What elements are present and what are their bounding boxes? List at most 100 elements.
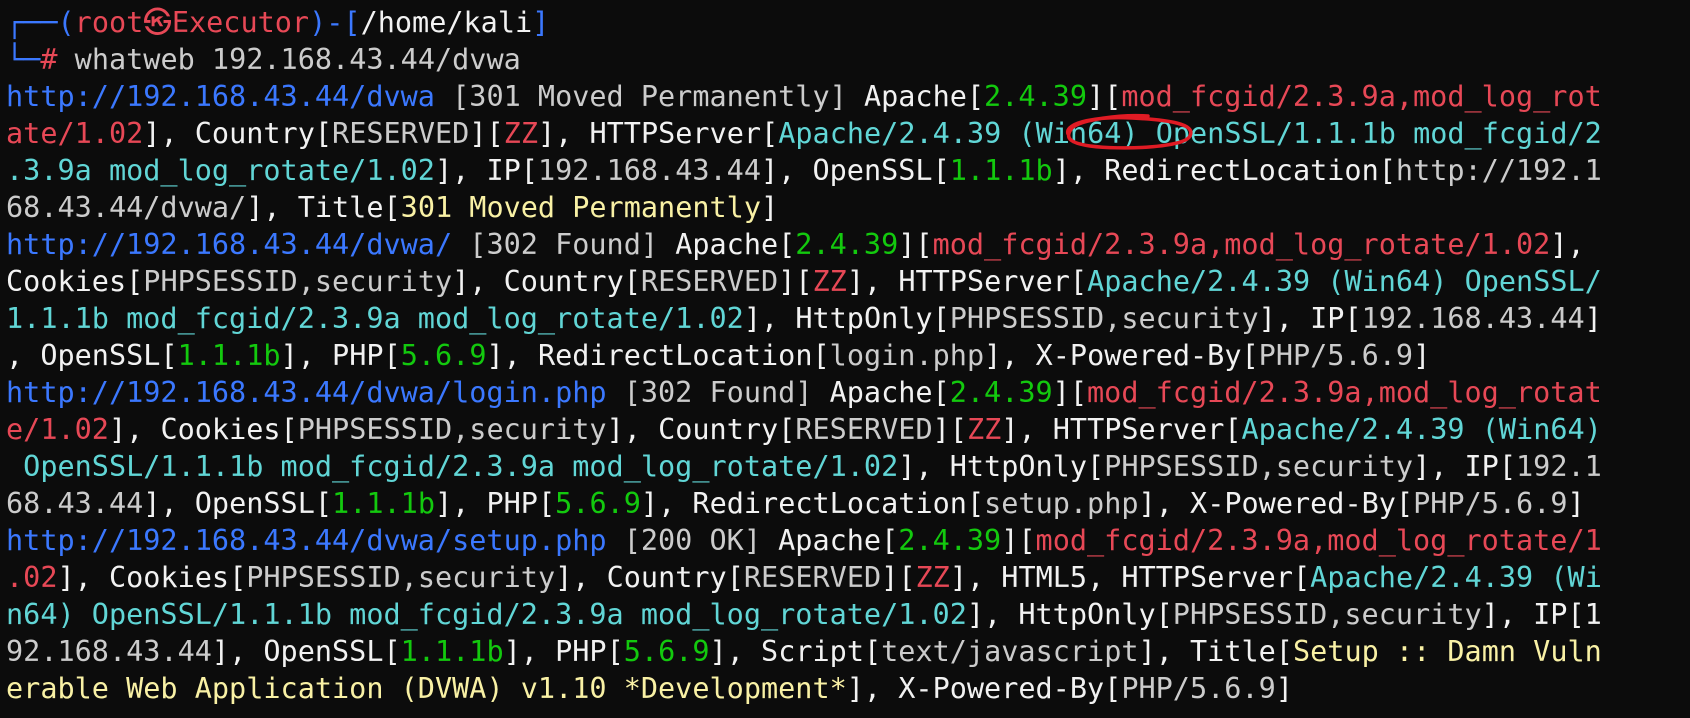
output-segment: ],: [709, 635, 762, 668]
output-segment: Apache[: [675, 228, 796, 261]
output-segment: ],: [966, 598, 1019, 631]
output-line: , OpenSSL[1.1.1b], PHP[5.6.9], RedirectL…: [6, 337, 1684, 374]
output-segment: [301 Moved Permanently]: [434, 80, 864, 113]
output-segment: ],: [1550, 228, 1585, 261]
output-segment: Apache[: [863, 80, 985, 113]
prompt-user: root: [74, 6, 144, 39]
output-segment: ],: [606, 413, 659, 446]
output-segment: ],: [246, 191, 298, 224]
output-segment: PHPSESSID,security: [949, 302, 1259, 335]
output-segment: ],: [503, 635, 556, 668]
output-segment: 2.4.39: [984, 80, 1087, 113]
prompt-host: Executor: [171, 6, 310, 39]
output-segment: ZZ: [812, 265, 847, 298]
output-segment: RedirectLocation[: [537, 339, 830, 372]
output-segment: ],: [898, 450, 950, 483]
output-segment: PHPSESSID,security: [1172, 598, 1482, 631]
output-segment: RedirectLocation[: [1104, 154, 1396, 187]
output-segment: Country[: [658, 413, 796, 446]
command-text[interactable]: whatweb 192.168.43.44/dvwa: [58, 43, 521, 76]
output-segment: Apache/2.4.39 (Win64) OpenSSL/: [1087, 265, 1602, 298]
output-segment: Cookies[: [108, 561, 247, 594]
output-segment: ],: [537, 117, 590, 150]
output-segment: OpenSSL[: [40, 339, 178, 372]
output-segment: HTTPServer[: [1121, 561, 1311, 594]
output-segment: .02: [6, 561, 58, 594]
output-segment: 301 Moved Permanently: [400, 191, 761, 224]
output-segment: Country[: [503, 265, 641, 298]
output-segment: ],: [57, 561, 109, 594]
output-segment: ]: [1275, 672, 1293, 705]
output-segment: X-Powered-By[: [1035, 339, 1259, 372]
output-segment: Apache/2.4.39 (Win64): [1241, 413, 1602, 446]
output-line: e/1.02], Cookies[PHPSESSID,security], Co…: [6, 411, 1684, 448]
output-segment: Country[: [606, 561, 744, 594]
output-segment: mod_fcgid/2.3.9a,mod_log_rotat: [1087, 376, 1602, 409]
output-line: 92.168.43.44], OpenSSL[1.1.1b], PHP[5.6.…: [6, 633, 1684, 670]
output-segment: OpenSSL[: [194, 487, 333, 520]
output-segment: HTML5,: [1001, 561, 1122, 594]
output-segment: ],: [984, 339, 1036, 372]
output-segment: OpenSSL/1.1.1b mod_fcgid/2.3.9a mod_log_…: [6, 450, 899, 483]
output-segment: ],: [143, 487, 195, 520]
output-segment: RESERVED: [743, 561, 882, 594]
output-segment: HttpOnly[: [949, 450, 1105, 483]
output-segment: ],: [108, 413, 161, 446]
output-line: 68.43.44], OpenSSL[1.1.1b], PHP[5.6.9], …: [6, 485, 1684, 522]
output-segment: ][: [1087, 80, 1122, 113]
output-segment: RESERVED: [795, 413, 933, 446]
output-segment: 1.1.1b: [177, 339, 281, 372]
output-segment: login.php: [829, 339, 985, 372]
prompt-corner-top: ┌──: [6, 6, 58, 39]
output-line: erable Web Application (DVWA) v1.10 *Dev…: [6, 670, 1684, 707]
output-segment: ],: [555, 561, 607, 594]
output-segment: ]: [760, 191, 779, 224]
output-segment: 68.43.44: [6, 487, 144, 520]
output-segment: 192.168.43.44: [537, 154, 761, 187]
output-segment: RESERVED: [332, 117, 470, 150]
output-segment: 92.168.43.44: [6, 635, 212, 668]
output-line: n64) OpenSSL/1.1.1b mod_fcgid/2.3.9a mod…: [6, 596, 1684, 633]
prompt-corner-bottom: └─: [6, 43, 41, 76]
prompt-hash: #: [40, 43, 58, 76]
output-segment: PHP[: [555, 635, 624, 668]
output-segment: ],: [743, 302, 796, 335]
output-segment: 2.4.39: [949, 376, 1053, 409]
output-segment: ],: [761, 154, 813, 187]
output-segment: mod_fcgid/2.3.9a,mod_log_rotate/1.02: [932, 228, 1551, 261]
terminal-window[interactable]: ┌──(root㉿Executor)-[/home/kali] └─# what…: [0, 0, 1690, 718]
output-segment: Apache/2.4.39 (Wi: [1310, 561, 1602, 594]
output-segment: ][: [932, 413, 967, 446]
output-line: Cookies[PHPSESSID,security], Country[RES…: [6, 263, 1684, 300]
output-segment: ][: [881, 561, 916, 594]
output-segment: ZZ: [503, 117, 538, 150]
output-segment: [302 Found]: [452, 228, 676, 261]
output-segment: 2.4.39: [898, 524, 1002, 557]
output-segment: ],: [1052, 154, 1105, 187]
output-segment: ],: [640, 487, 693, 520]
output-segment: RESERVED: [640, 265, 779, 298]
output-segment: IP[: [486, 154, 538, 187]
output-segment: http://192.1: [1395, 154, 1602, 187]
output-line: 1.1.1b mod_fcgid/2.3.9a mod_log_rotate/1…: [6, 300, 1684, 337]
output-segment: Setup :: Damn Vuln: [1292, 635, 1602, 668]
output-segment: Apache/2.4.39 (Win64) OpenSSL/1.1.1b mod…: [778, 117, 1602, 150]
output-segment: ]: [1567, 487, 1585, 520]
output-segment: ]: [1584, 302, 1602, 335]
output-segment: erable Web Application (DVWA) v1.10 *Dev…: [6, 672, 847, 705]
output-segment: IP[: [1464, 450, 1516, 483]
output-segment: 5.6.9: [555, 487, 641, 520]
output-segment: ZZ: [915, 561, 950, 594]
url-text: http://192.168.43.44/dvwa: [6, 80, 435, 113]
output-segment: PHPSESSID,security: [297, 413, 607, 446]
output-segment: PHP/5.6.9: [1121, 672, 1276, 705]
output-segment: ,: [6, 339, 41, 372]
output-segment: 1.1.1b mod_fcgid/2.3.9a mod_log_rotate/1…: [6, 302, 744, 335]
output-segment: IP[: [1310, 302, 1362, 335]
output-segment: ][: [898, 228, 933, 261]
output-segment: 1.1.1b: [332, 487, 435, 520]
output-segment: PHPSESSID,security: [143, 265, 453, 298]
prompt-separator: )-[: [309, 6, 361, 39]
output-segment: HttpOnly[: [1018, 598, 1173, 631]
output-segment: ],: [1413, 450, 1465, 483]
